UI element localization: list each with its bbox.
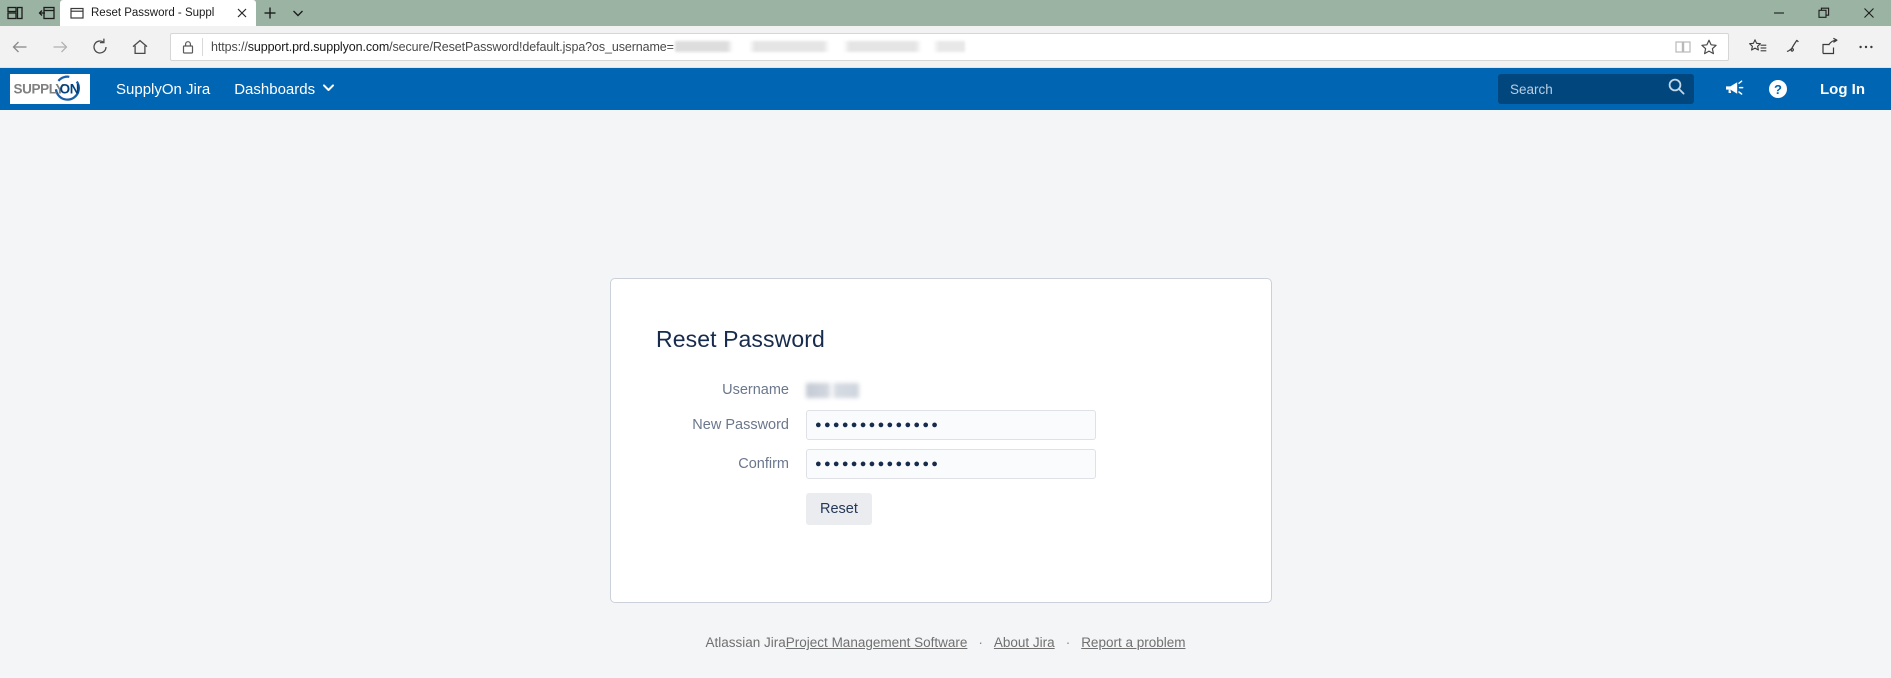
announcements-megaphone-icon[interactable]	[1714, 68, 1754, 110]
site-header-right: Search ? Log In	[1498, 68, 1891, 110]
search-input[interactable]: Search	[1498, 74, 1694, 104]
form-row-confirm-password: Confirm ●●●●●●●●●●●●●●	[611, 449, 1271, 479]
titlebar-left-icons	[0, 0, 60, 26]
reading-view-icon[interactable]	[1670, 34, 1696, 60]
help-question-icon[interactable]: ?	[1758, 68, 1798, 110]
search-placeholder: Search	[1510, 81, 1553, 97]
footer-link-about-jira[interactable]: About Jira	[994, 635, 1055, 650]
confirm-password-value: ●●●●●●●●●●●●●●	[815, 457, 941, 470]
forward-button[interactable]	[40, 29, 80, 65]
url-path: /secure/ResetPassword!default.jspa?os_us…	[389, 39, 674, 54]
settings-more-icon[interactable]	[1849, 30, 1883, 64]
url-redacted-username	[674, 41, 965, 52]
collections-pen-icon[interactable]	[1777, 30, 1811, 64]
page-viewport: SUPPLY ON SupplyOn Jira Dashboards Searc…	[0, 68, 1891, 678]
close-window-button[interactable]	[1846, 0, 1891, 26]
page-content: Reset Password Username New Password ●●●…	[0, 110, 1891, 678]
nav-link-supplyon-jira[interactable]: SupplyOn Jira	[104, 68, 222, 110]
back-button[interactable]	[0, 29, 40, 65]
lock-icon	[179, 38, 197, 56]
omnibox-actions	[1670, 34, 1722, 60]
reset-button[interactable]: Reset	[806, 493, 872, 525]
url-host: support.prd.supplyon.com	[247, 39, 390, 54]
form-row-submit: Reset	[611, 493, 1271, 525]
username-value-redacted	[806, 382, 859, 398]
confirm-password-label: Confirm	[738, 456, 789, 472]
search-icon[interactable]	[1667, 77, 1686, 101]
svg-text:ON: ON	[60, 81, 80, 96]
form-row-new-password: New Password ●●●●●●●●●●●●●●	[611, 410, 1271, 440]
address-bar-url: https://support.prd.supplyon.com/secure/…	[211, 40, 965, 54]
browser-titlebar: Reset Password - Suppl	[0, 0, 1891, 26]
browser-toolbar: https://support.prd.supplyon.com/secure/…	[0, 26, 1891, 68]
omnibox-divider	[202, 37, 203, 56]
page-title: Reset Password	[656, 326, 825, 352]
address-bar[interactable]: https://support.prd.supplyon.com/secure/…	[170, 32, 1729, 61]
tab-preview-icon[interactable]	[6, 4, 24, 22]
close-icon[interactable]	[234, 5, 250, 21]
minimize-button[interactable]	[1756, 0, 1801, 26]
home-button[interactable]	[120, 29, 160, 65]
favorites-hub-icon[interactable]	[1741, 30, 1775, 64]
tab-title: Reset Password - Suppl	[91, 7, 215, 19]
footer-prefix: Atlassian Jira	[705, 635, 786, 650]
url-scheme: https://	[211, 39, 248, 54]
login-link[interactable]: Log In	[1802, 68, 1875, 110]
reset-password-form: Username New Password ●●●●●●●●●●●●●● Con…	[611, 379, 1271, 534]
nav-link-dashboards[interactable]: Dashboards	[222, 68, 347, 110]
footer-link-project-management-software[interactable]: Project Management Software	[786, 635, 968, 650]
footer-separator-1: ·	[978, 635, 983, 650]
refresh-button[interactable]	[80, 29, 120, 65]
page-footer: Atlassian JiraProject Management Softwar…	[0, 635, 1891, 650]
new-password-label: New Password	[692, 417, 789, 433]
svg-text:?: ?	[1774, 82, 1782, 97]
footer-link-report-a-problem[interactable]: Report a problem	[1081, 635, 1185, 650]
supplyon-logo[interactable]: SUPPLY ON	[10, 74, 90, 104]
chevron-down-icon	[322, 81, 335, 98]
tab-strip: Reset Password - Suppl	[60, 0, 312, 26]
form-row-username: Username	[611, 379, 1271, 401]
new-tab-button[interactable]	[256, 0, 284, 26]
browser-tab-active[interactable]: Reset Password - Suppl	[60, 0, 256, 26]
username-label: Username	[722, 382, 789, 398]
nav-link-dashboards-label: Dashboards	[234, 80, 316, 98]
share-icon[interactable]	[1813, 30, 1847, 64]
new-password-input[interactable]: ●●●●●●●●●●●●●●	[806, 410, 1096, 440]
footer-separator-2: ·	[1065, 635, 1071, 650]
svg-text:SUPPLY: SUPPLY	[13, 81, 64, 96]
favorite-star-icon[interactable]	[1696, 34, 1722, 60]
browser-window-icon	[70, 6, 84, 20]
window-controls	[1756, 0, 1891, 26]
new-password-value: ●●●●●●●●●●●●●●	[815, 418, 941, 431]
browser-window: Reset Password - Suppl https:// support.…	[0, 0, 1891, 678]
restore-button[interactable]	[1801, 0, 1846, 26]
tab-list-chevron-down-icon[interactable]	[284, 0, 312, 26]
toolbar-action-buttons	[1741, 30, 1883, 64]
site-header: SUPPLY ON SupplyOn Jira Dashboards Searc…	[0, 68, 1891, 110]
confirm-password-input[interactable]: ●●●●●●●●●●●●●●	[806, 449, 1096, 479]
reset-password-card: Reset Password Username New Password ●●●…	[610, 278, 1272, 603]
set-tabs-aside-icon[interactable]	[38, 4, 56, 22]
